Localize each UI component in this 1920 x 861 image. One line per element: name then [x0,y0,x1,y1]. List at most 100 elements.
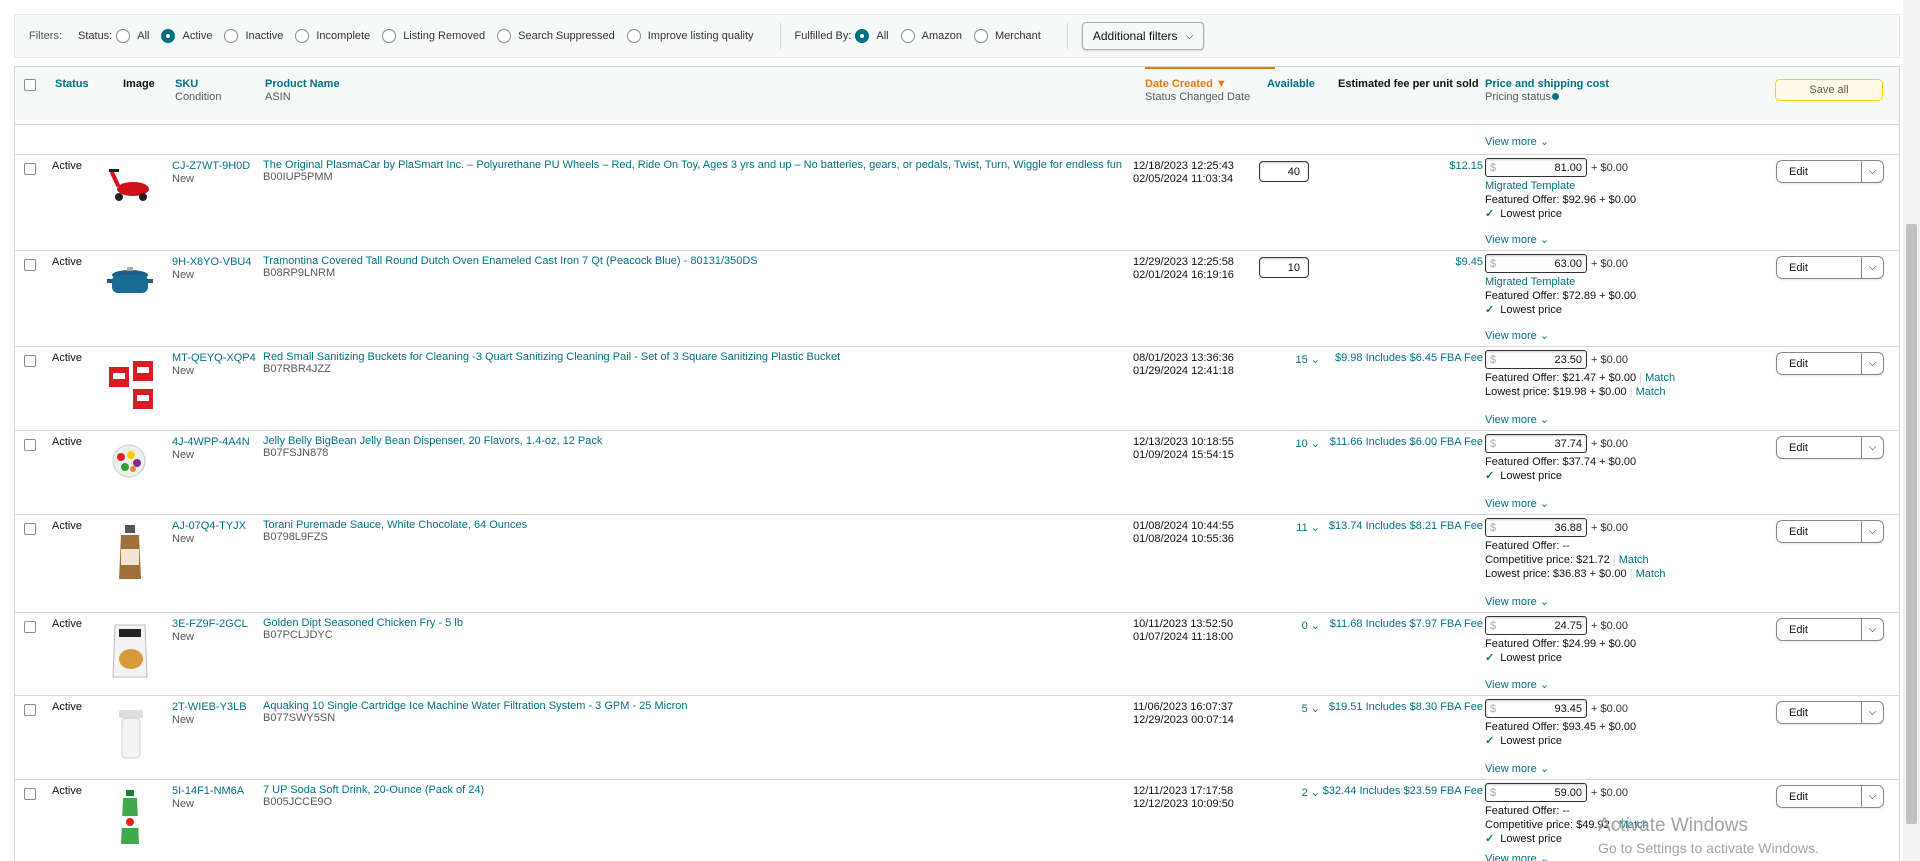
chevron-down-icon[interactable]: ⌵ [1861,619,1883,640]
price-input[interactable]: $36.88 [1485,518,1587,537]
status-radio-active[interactable]: Active [161,29,212,43]
row-checkbox[interactable] [24,621,36,633]
row-checkbox[interactable] [24,355,36,367]
match-link[interactable]: Match [1636,568,1666,580]
product-name-link[interactable]: Tramontina Covered Tall Round Dutch Oven… [263,255,758,267]
chevron-down-icon[interactable]: ⌵ [1861,786,1883,807]
fulfilled-radio-amazon[interactable]: Amazon [900,29,962,43]
row-checkbox[interactable] [24,788,36,800]
scrollbar-thumb[interactable] [1906,224,1917,824]
product-image[interactable] [107,357,153,409]
price-input[interactable]: $93.45 [1485,699,1587,718]
view-more-link[interactable]: View more ⌄ [1485,233,1549,246]
match-link[interactable]: Match [1645,372,1675,384]
chevron-down-icon[interactable]: ⌵ [1861,353,1883,374]
available-quantity-dropdown[interactable]: 11 ⌄ [1275,521,1320,534]
view-more-link[interactable]: View more ⌄ [1485,595,1549,608]
product-image[interactable] [107,525,149,579]
available-quantity-dropdown[interactable]: 10 ⌄ [1275,437,1320,450]
edit-button[interactable]: Edit ⌵ [1776,436,1884,459]
edit-button[interactable]: Edit ⌵ [1776,520,1884,543]
product-name-link[interactable]: Torani Puremade Sauce, White Chocolate, … [263,519,527,531]
row-checkbox[interactable] [24,259,36,271]
product-name-link[interactable]: Jelly Belly BigBean Jelly Bean Dispenser… [263,435,602,447]
sku-link[interactable]: 2T-WIEB-Y3LB [172,701,247,714]
price-input[interactable]: $37.74 [1485,434,1587,453]
sku-link[interactable]: AJ-07Q4-TYJX [172,520,246,533]
price-input[interactable]: $63.00 [1485,254,1587,273]
radio-icon[interactable] [161,29,176,43]
edit-button[interactable]: Edit ⌵ [1776,618,1884,641]
status-radio-all[interactable]: All [116,29,149,43]
status-radio-search-suppressed[interactable]: Search Suppressed [497,29,615,43]
scrollbar[interactable] [1903,0,1920,861]
view-more-link[interactable]: View more ⌄ [1485,762,1549,775]
view-more-link[interactable]: View more ⌄ [1485,135,1549,148]
sku-link[interactable]: 5I-14F1-NM6A [172,785,244,798]
header-sku[interactable]: SKU Condition [175,78,221,104]
radio-icon[interactable] [855,29,870,43]
edit-button[interactable]: Edit ⌵ [1776,785,1884,808]
product-image[interactable] [107,623,149,678]
price-input[interactable]: $59.00 [1485,783,1587,802]
chevron-down-icon[interactable]: ⌵ [1861,702,1883,723]
status-radio-incomplete[interactable]: Incomplete [295,29,370,43]
select-all-checkbox[interactable] [24,79,36,91]
status-radio-improve-listing-quality[interactable]: Improve listing quality [626,29,754,43]
product-image[interactable] [107,441,149,483]
radio-icon[interactable] [900,29,915,43]
radio-icon[interactable] [973,29,988,43]
product-name-link[interactable]: Red Small Sanitizing Buckets for Cleanin… [263,351,840,363]
status-radio-inactive[interactable]: Inactive [224,29,283,43]
edit-button[interactable]: Edit ⌵ [1776,352,1884,375]
sku-link[interactable]: CJ-Z7WT-9H0D [172,160,250,173]
view-more-link[interactable]: View more ⌄ [1485,852,1549,861]
product-name-link[interactable]: 7 UP Soda Soft Drink, 20-Ounce (Pack of … [263,784,484,796]
product-image[interactable] [107,706,149,759]
price-input[interactable]: $24.75 [1485,616,1587,635]
info-icon[interactable] [1552,93,1560,100]
edit-button[interactable]: Edit ⌵ [1776,256,1884,279]
product-name-link[interactable]: Golden Dipt Seasoned Chicken Fry - 5 lb [263,617,463,629]
sku-link[interactable]: 4J-4WPP-4A4N [172,436,250,449]
radio-icon[interactable] [295,29,310,43]
available-quantity-input[interactable]: 40 [1259,161,1309,182]
fulfilled-radio-all[interactable]: All [855,29,889,43]
match-link[interactable]: Match [1619,554,1649,566]
additional-filters-button[interactable]: Additional filters ⌵ [1081,22,1205,50]
header-product-name[interactable]: Product Name ASIN [265,78,340,104]
edit-button[interactable]: Edit ⌵ [1776,160,1884,183]
view-more-link[interactable]: View more ⌄ [1485,497,1549,510]
view-more-link[interactable]: View more ⌄ [1485,329,1549,342]
chevron-down-icon[interactable]: ⌵ [1861,521,1883,542]
chevron-down-icon[interactable]: ⌵ [1861,161,1883,182]
sku-link[interactable]: 3E-FZ9F-2GCL [172,618,248,631]
header-price[interactable]: Price and shipping cost Pricing status [1485,78,1609,104]
header-available[interactable]: Available [1267,78,1315,91]
radio-icon[interactable] [497,29,512,43]
available-quantity-input[interactable]: 10 [1259,257,1309,278]
sku-link[interactable]: 9H-X8YO-VBU4 [172,256,251,269]
sku-link[interactable]: MT-QEYQ-XQP4 [172,352,256,365]
available-quantity-dropdown[interactable]: 5 ⌄ [1275,702,1320,715]
header-date-created[interactable]: Date Created ▼ Status Changed Date [1145,67,1275,104]
available-quantity-dropdown[interactable]: 15 ⌄ [1275,353,1320,366]
price-input[interactable]: $23.50 [1485,350,1587,369]
edit-button[interactable]: Edit ⌵ [1776,701,1884,724]
radio-icon[interactable] [626,29,641,43]
product-image[interactable] [107,165,149,207]
chevron-down-icon[interactable]: ⌵ [1861,257,1883,278]
row-checkbox[interactable] [24,523,36,535]
row-checkbox[interactable] [24,163,36,175]
chevron-down-icon[interactable]: ⌵ [1861,437,1883,458]
view-more-link[interactable]: View more ⌄ [1485,413,1549,426]
radio-icon[interactable] [382,29,397,43]
product-name-link[interactable]: Aquaking 10 Single Cartridge Ice Machine… [263,700,687,712]
available-quantity-dropdown[interactable]: 0 ⌄ [1275,619,1320,632]
row-checkbox[interactable] [24,439,36,451]
price-input[interactable]: $81.00 [1485,158,1587,177]
product-name-link[interactable]: The Original PlasmaCar by PlaSmart Inc. … [263,159,1122,171]
product-image[interactable] [107,261,153,303]
status-radio-listing-removed[interactable]: Listing Removed [382,29,485,43]
pricing-info[interactable]: Migrated Template [1485,276,1575,288]
